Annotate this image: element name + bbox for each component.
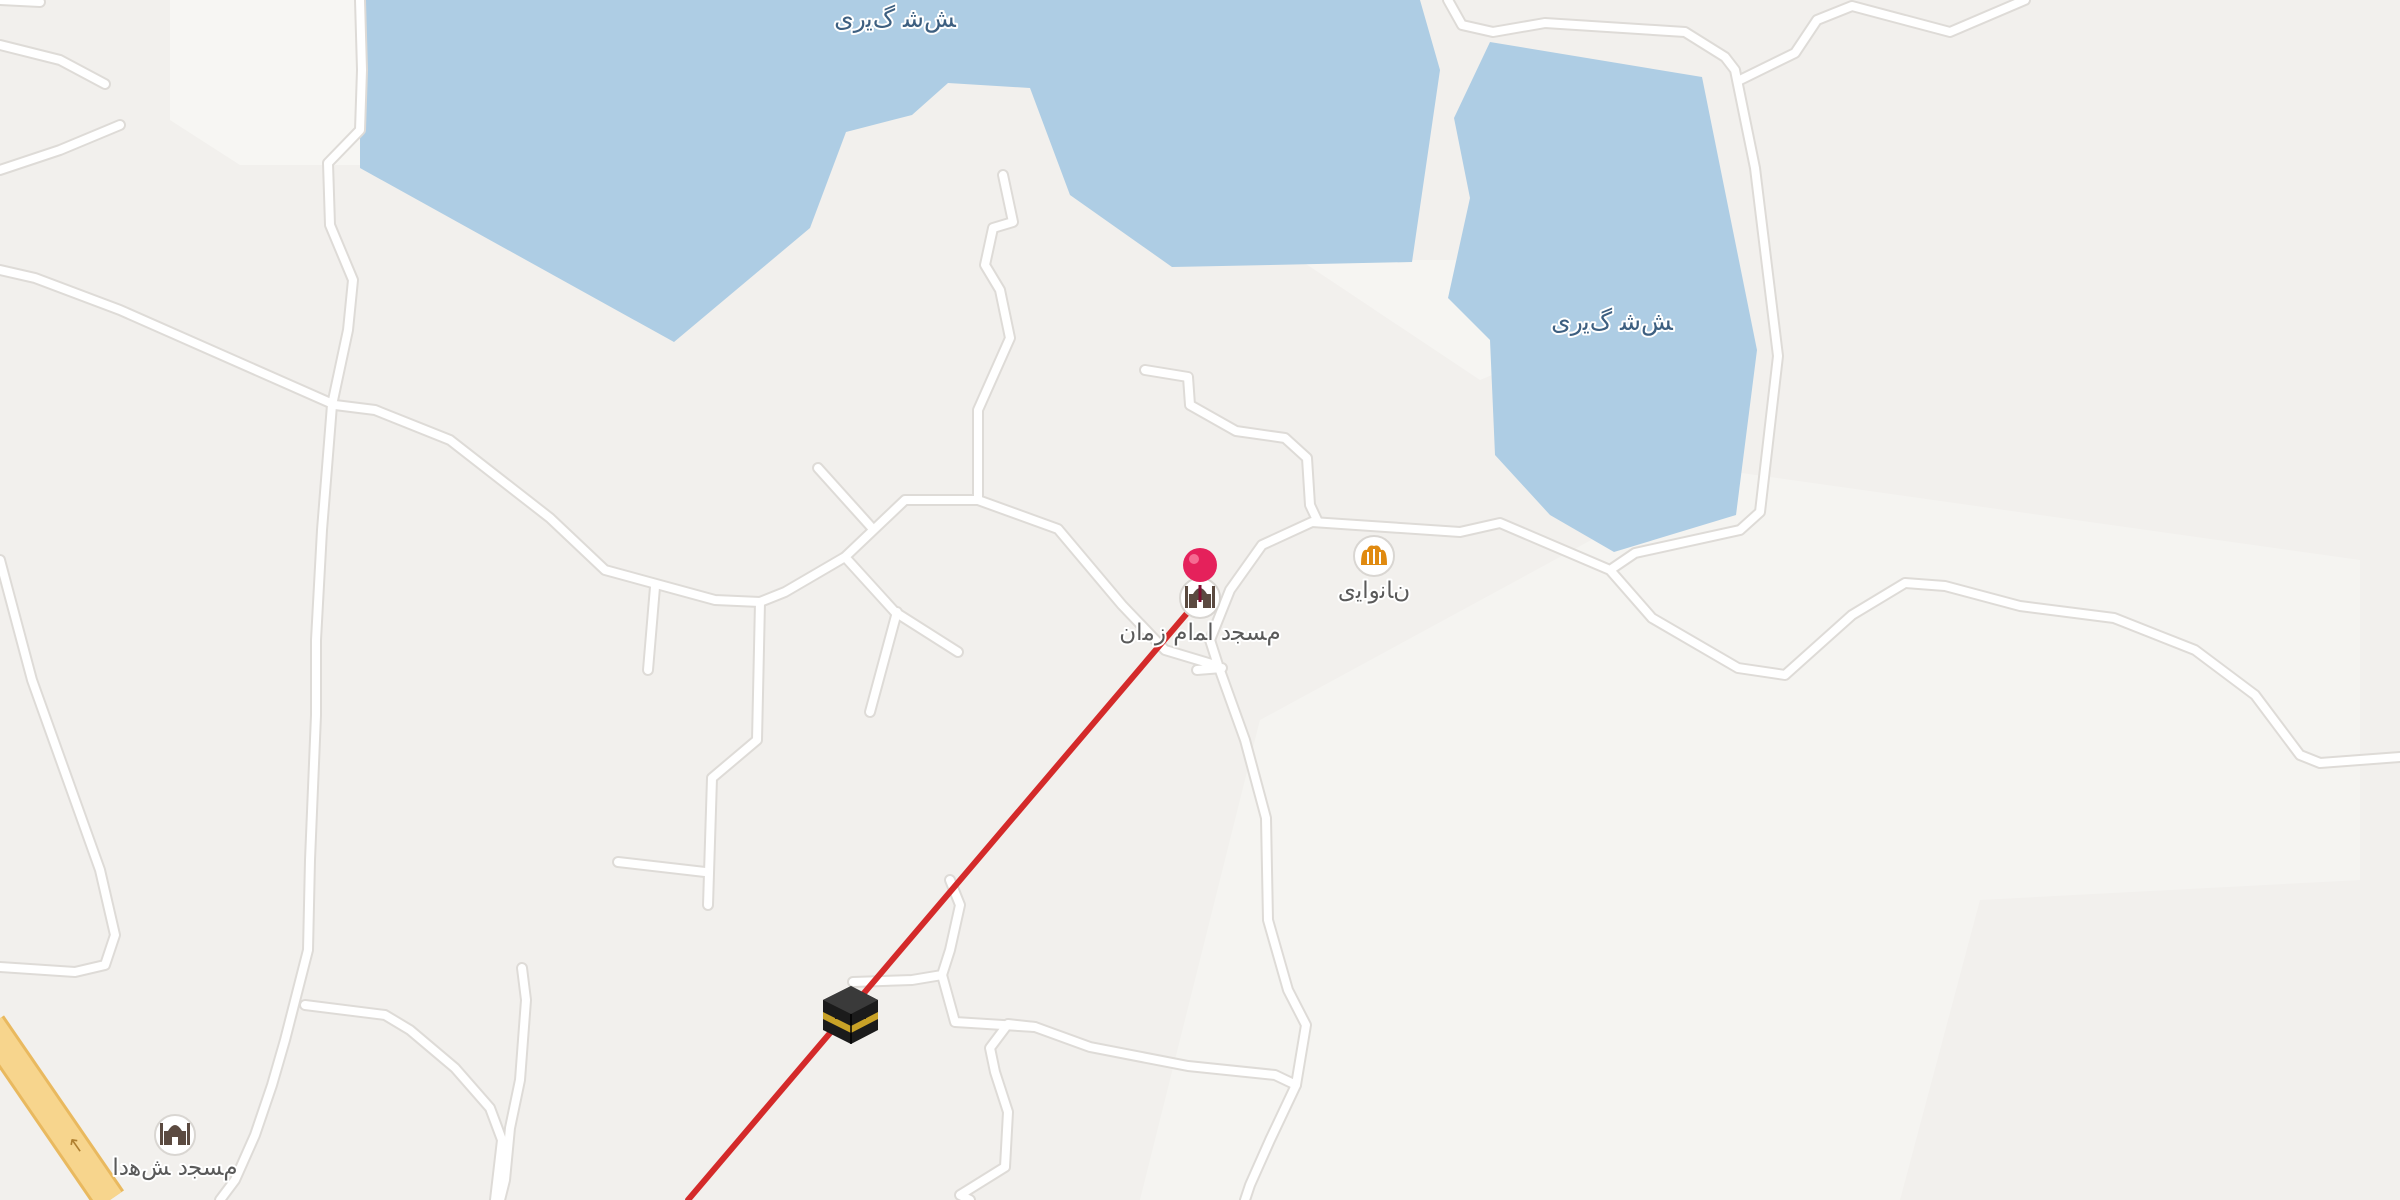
lake-west-label: ﺶﺷ ﮒﯾﺭﯼ bbox=[834, 4, 957, 33]
poi-label: ﻡﺴﺠﺩ ﺶﻫﺩﺍ bbox=[112, 1155, 237, 1181]
map-view[interactable]: ← ﺶﺷ ﮒﯾﺭﯼ ﺶﺷ ﮒﯾﺭﯼ ﻡﺴﺠﺩ ﺍﻤﺍﻡ ﺯﻣﺍﻥ ﻥﺎﻧﻭﺍﯾی… bbox=[0, 0, 2400, 1200]
poi-label: ﻡﺴﺠﺩ ﺍﻤﺍﻡ ﺯﻣﺍﻥ bbox=[1119, 620, 1281, 646]
bakery-icon bbox=[1353, 535, 1395, 577]
poi-label: ﻥﺎﻧﻭﺍﯾی bbox=[1338, 578, 1410, 604]
lake-east-label: ﺶﺷ ﮒﯾﺭﯼ bbox=[1551, 307, 1674, 336]
mosque-icon bbox=[154, 1114, 196, 1156]
